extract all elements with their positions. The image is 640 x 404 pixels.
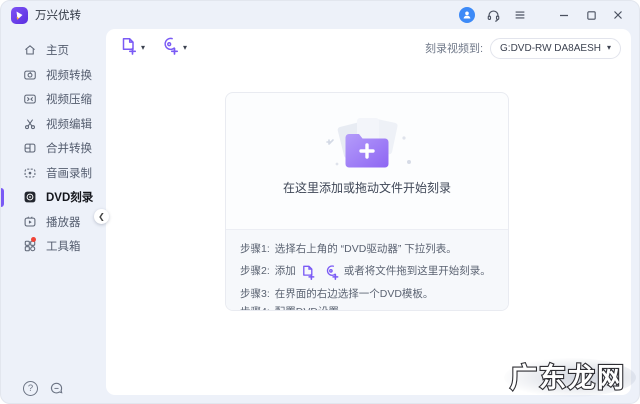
merge-convert-icon [23, 141, 37, 155]
chevron-down-icon: ▾ [606, 42, 611, 52]
maximize-button[interactable] [582, 6, 600, 24]
sidebar-item-player[interactable]: 播放器 [1, 210, 106, 235]
app-window: 万兴优转 主页 视频转换 视频压缩 视频编辑 合并转换 音画录制 DVD刻录 播… [0, 0, 640, 404]
dvd-drive-select[interactable]: G:DVD-RW DA8AESH ▾ [490, 37, 621, 59]
dvd-burn-icon [23, 190, 37, 204]
add-disc-button[interactable]: ▾ [161, 36, 187, 60]
step-2: 步骤2: 添加 或者将文件拖到这里开始刻录。 [240, 259, 508, 285]
help-icon[interactable]: ? [23, 381, 38, 396]
record-icon [23, 166, 37, 180]
dropzone-add-area[interactable]: 在这里添加或拖动文件开始刻录 [226, 93, 508, 201]
burn-toolbar: ▾ ▾ 刻录视频到: G:DVD-RW DA8AESH ▾ [106, 29, 631, 67]
step-1: 步骤1: 选择右上角的 “DVD驱动器” 下拉列表。 [240, 243, 457, 255]
minimize-button[interactable] [555, 6, 573, 24]
sidebar-collapse-button[interactable]: ❮ [94, 209, 109, 224]
steps-panel: 步骤1: 选择右上角的 “DVD驱动器” 下拉列表。 步骤2: 添加 或者将文件… [226, 229, 508, 310]
sidebar-item-record[interactable]: 音画录制 [1, 161, 106, 186]
main-panel: ▾ ▾ 刻录视频到: G:DVD-RW DA8AESH ▾ 在这里添加或拖动文件… [106, 29, 631, 395]
add-folder-illustration-icon [307, 116, 427, 172]
sidebar-item-merge-convert[interactable]: 合并转换 [1, 136, 106, 161]
sidebar-item-toolbox[interactable]: 工具箱 [1, 234, 106, 259]
app-logo-icon [11, 6, 28, 24]
step-4: 步骤4: 配置DVD设置。 [240, 303, 508, 310]
player-icon [23, 215, 37, 229]
sidebar-item-video-convert[interactable]: 视频转换 [1, 63, 106, 88]
titlebar: 万兴优转 [1, 1, 639, 29]
add-file-button[interactable]: ▾ [119, 36, 145, 60]
add-disc-icon [324, 264, 340, 280]
sidebar-item-dvd-burn[interactable]: DVD刻录 [1, 185, 106, 210]
dropzone-message: 在这里添加或拖动文件开始刻录 [282, 181, 451, 195]
toolbox-badge [31, 237, 36, 242]
home-icon [23, 43, 37, 57]
chevron-down-icon: ▾ [183, 42, 188, 52]
close-button[interactable] [609, 6, 627, 24]
sidebar: 主页 视频转换 视频压缩 视频编辑 合并转换 音画录制 DVD刻录 播放器 工具… [1, 29, 109, 403]
sidebar-item-video-edit[interactable]: 视频编辑 [1, 112, 106, 137]
add-file-icon [300, 264, 316, 280]
chevron-down-icon: ▾ [141, 42, 146, 52]
watermark: 广东龙网 [504, 356, 636, 397]
menu-icon[interactable] [511, 6, 529, 24]
sidebar-item-video-compress[interactable]: 视频压缩 [1, 87, 106, 112]
burn-to-label: 刻录视频到: [424, 43, 484, 55]
video-convert-icon [23, 68, 37, 82]
dvd-drive-value: G:DVD-RW DA8AESH [500, 42, 601, 54]
sidebar-item-home[interactable]: 主页 [1, 38, 106, 63]
support-headset-icon[interactable] [484, 6, 502, 24]
feedback-icon[interactable] [49, 381, 64, 396]
app-title: 万兴优转 [35, 10, 81, 22]
add-disc-icon [161, 36, 180, 60]
step-3: 步骤3: 在界面的右边选择一个DVD模板。 [240, 287, 434, 300]
account-avatar[interactable] [459, 7, 475, 23]
video-edit-icon [23, 117, 37, 131]
add-file-icon [119, 36, 138, 60]
video-compress-icon [23, 92, 37, 106]
file-dropzone[interactable]: 在这里添加或拖动文件开始刻录 步骤1: 选择右上角的 “DVD驱动器” 下拉列表… [225, 92, 509, 311]
